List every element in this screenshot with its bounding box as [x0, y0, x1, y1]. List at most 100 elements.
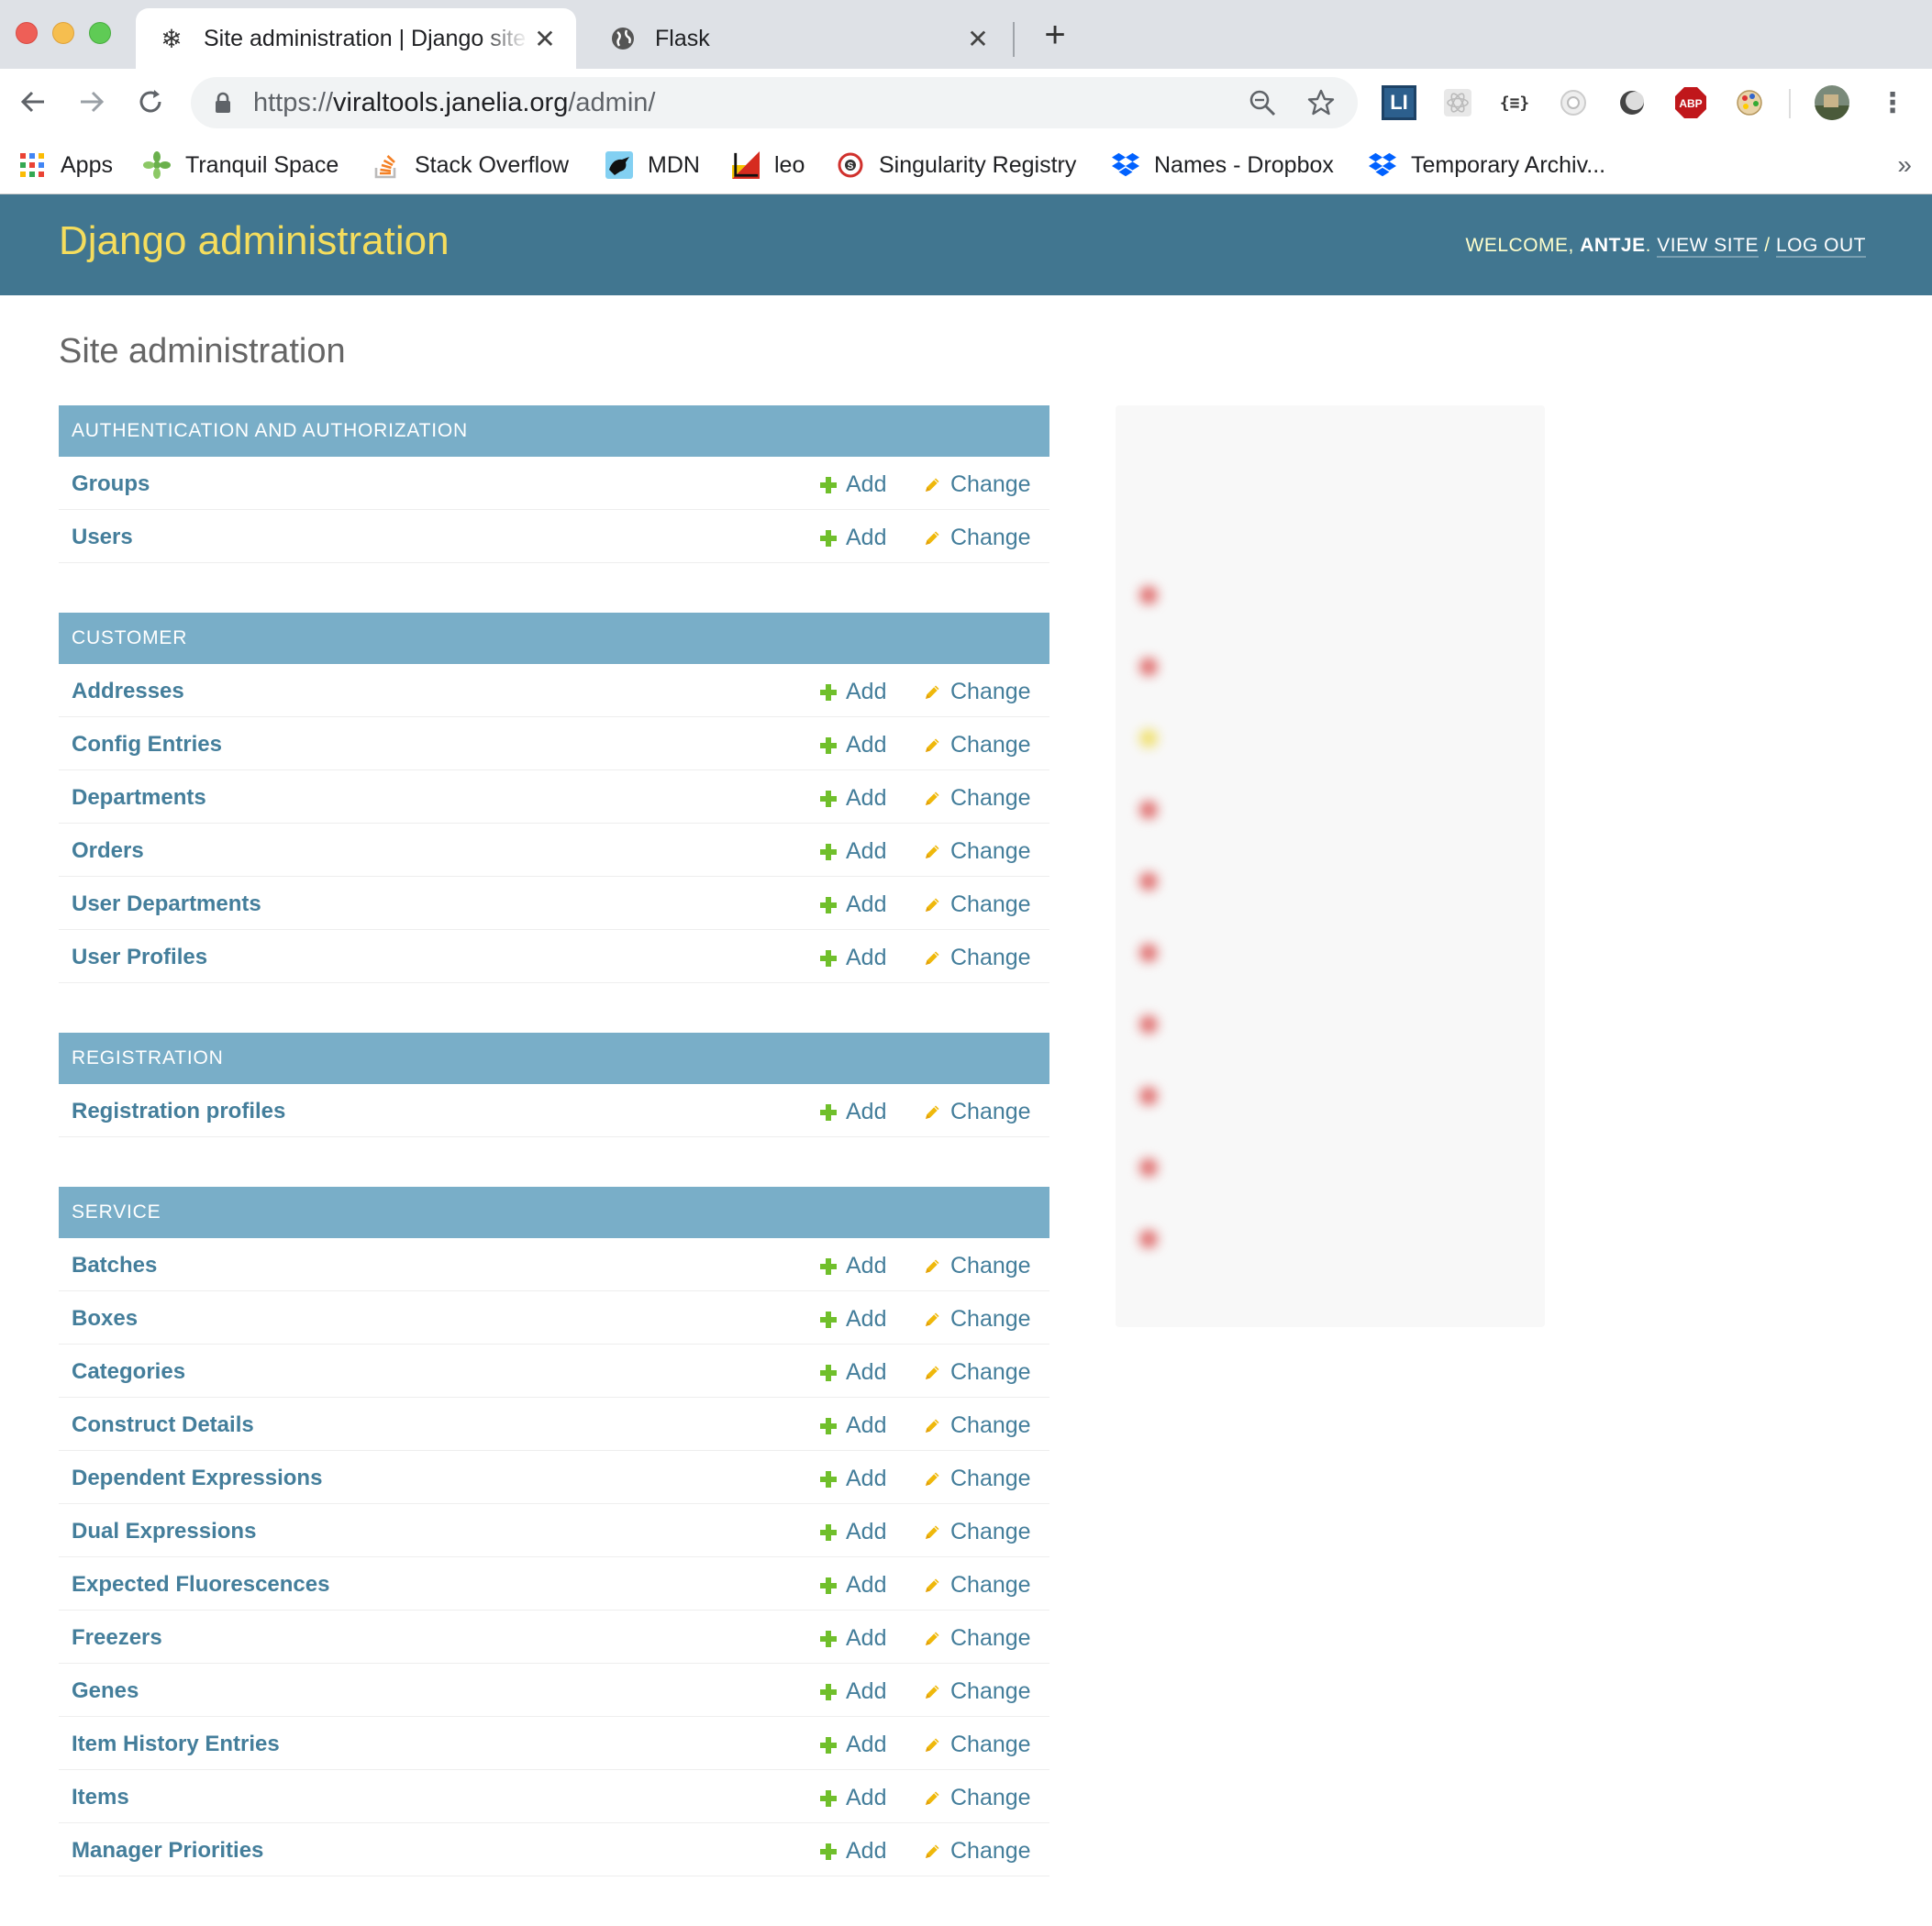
- add-link[interactable]: Add: [820, 838, 886, 865]
- model-link[interactable]: Departments: [72, 785, 206, 811]
- model-link[interactable]: Item History Entries: [72, 1732, 280, 1757]
- close-window-button[interactable]: [16, 22, 38, 44]
- profile-avatar[interactable]: [1815, 85, 1849, 120]
- change-link[interactable]: Change: [923, 679, 1031, 705]
- model-link[interactable]: Batches: [72, 1253, 157, 1278]
- logout-link[interactable]: Log out: [1775, 235, 1866, 258]
- model-link[interactable]: User Departments: [72, 891, 261, 917]
- forward-button[interactable]: [73, 83, 110, 120]
- bookmark-temporary-archive[interactable]: Temporary Archiv...: [1369, 147, 1605, 183]
- change-link[interactable]: Change: [923, 471, 1031, 498]
- change-link[interactable]: Change: [923, 945, 1031, 971]
- address-bar[interactable]: https://viraltools.janelia.org/admin/: [191, 77, 1358, 128]
- new-tab-button[interactable]: +: [1037, 17, 1073, 53]
- site-brand[interactable]: Django administration: [59, 218, 450, 264]
- model-link[interactable]: Categories: [72, 1359, 185, 1385]
- add-link[interactable]: Add: [820, 1732, 886, 1758]
- model-link[interactable]: Dual Expressions: [72, 1519, 256, 1544]
- change-link[interactable]: Change: [923, 1412, 1031, 1439]
- extension-react-icon[interactable]: [1440, 85, 1475, 120]
- add-link[interactable]: Add: [820, 1572, 886, 1599]
- add-link[interactable]: Add: [820, 1253, 886, 1279]
- model-link[interactable]: Items: [72, 1785, 129, 1810]
- change-link[interactable]: Change: [923, 891, 1031, 918]
- tab-site-administration[interactable]: ❄ Site administration | Django site admi…: [136, 8, 576, 69]
- change-link[interactable]: Change: [923, 1838, 1031, 1865]
- add-link[interactable]: Add: [820, 1466, 886, 1492]
- bookmark-star-icon[interactable]: [1305, 86, 1338, 119]
- bookmark-mdn[interactable]: MDN: [605, 147, 700, 183]
- add-link[interactable]: Add: [820, 471, 886, 498]
- model-link[interactable]: Users: [72, 525, 133, 550]
- change-link[interactable]: Change: [923, 1306, 1031, 1333]
- change-link[interactable]: Change: [923, 1466, 1031, 1492]
- change-link[interactable]: Change: [923, 732, 1031, 758]
- extension-dark-reader-icon[interactable]: [1615, 85, 1649, 120]
- zoom-icon[interactable]: [1246, 86, 1279, 119]
- model-link[interactable]: Genes: [72, 1678, 139, 1704]
- add-link[interactable]: Add: [820, 1099, 886, 1125]
- add-link[interactable]: Add: [820, 1625, 886, 1652]
- change-link[interactable]: Change: [923, 1099, 1031, 1125]
- model-link[interactable]: Construct Details: [72, 1412, 254, 1438]
- change-link[interactable]: Change: [923, 1519, 1031, 1545]
- maximize-window-button[interactable]: [89, 22, 111, 44]
- extension-adblock-icon[interactable]: ABP: [1673, 85, 1708, 120]
- close-tab-icon[interactable]: ✕: [528, 22, 561, 55]
- add-link[interactable]: Add: [820, 732, 886, 758]
- bookmark-apps[interactable]: Apps: [18, 147, 113, 183]
- change-link[interactable]: Change: [923, 1625, 1031, 1652]
- add-link[interactable]: Add: [820, 1785, 886, 1811]
- model-link[interactable]: Boxes: [72, 1306, 138, 1332]
- model-link[interactable]: Dependent Expressions: [72, 1466, 322, 1491]
- bookmark-tranquil-space[interactable]: Tranquil Space: [143, 147, 339, 183]
- model-link[interactable]: Expected Fluorescences: [72, 1572, 329, 1598]
- add-link[interactable]: Add: [820, 679, 886, 705]
- change-link[interactable]: Change: [923, 1678, 1031, 1705]
- model-link[interactable]: Freezers: [72, 1625, 162, 1651]
- change-link[interactable]: Change: [923, 1785, 1031, 1811]
- change-link[interactable]: Change: [923, 1359, 1031, 1386]
- view-site-link[interactable]: View site: [1657, 235, 1759, 258]
- reload-button[interactable]: [132, 83, 169, 120]
- module-caption[interactable]: Authentication and Authorization: [59, 405, 1049, 457]
- bookmark-leo[interactable]: leo: [732, 147, 805, 183]
- module-caption[interactable]: Service: [59, 1187, 1049, 1238]
- change-link[interactable]: Change: [923, 1732, 1031, 1758]
- add-link[interactable]: Add: [820, 1678, 886, 1705]
- tab-flask[interactable]: Flask ✕: [587, 8, 1009, 69]
- add-link[interactable]: Add: [820, 785, 886, 812]
- add-link[interactable]: Add: [820, 891, 886, 918]
- add-link[interactable]: Add: [820, 1838, 886, 1865]
- change-link[interactable]: Change: [923, 525, 1031, 551]
- model-link[interactable]: User Profiles: [72, 945, 207, 970]
- back-button[interactable]: [15, 83, 51, 120]
- extension-li-icon[interactable]: LI: [1382, 85, 1416, 120]
- bookmark-names-dropbox[interactable]: Names - Dropbox: [1112, 147, 1334, 183]
- change-link[interactable]: Change: [923, 1572, 1031, 1599]
- module-caption[interactable]: Registration: [59, 1033, 1049, 1084]
- model-link[interactable]: Config Entries: [72, 732, 222, 758]
- bookmark-singularity-registry[interactable]: S Singularity Registry: [837, 147, 1076, 183]
- add-link[interactable]: Add: [820, 1359, 886, 1386]
- change-link[interactable]: Change: [923, 1253, 1031, 1279]
- model-link[interactable]: Addresses: [72, 679, 184, 704]
- module-caption[interactable]: Customer: [59, 613, 1049, 664]
- close-tab-icon[interactable]: ✕: [961, 22, 994, 55]
- kebab-menu-icon[interactable]: ⋮: [1875, 85, 1910, 120]
- model-link[interactable]: Groups: [72, 471, 150, 497]
- add-link[interactable]: Add: [820, 1306, 886, 1333]
- minimize-window-button[interactable]: [52, 22, 74, 44]
- bookmark-stack-overflow[interactable]: Stack Overflow: [372, 147, 569, 183]
- add-link[interactable]: Add: [820, 1519, 886, 1545]
- model-link[interactable]: Registration profiles: [72, 1099, 285, 1124]
- extension-color-picker-icon[interactable]: [1732, 85, 1767, 120]
- more-bookmarks-button[interactable]: »: [1897, 150, 1912, 180]
- add-link[interactable]: Add: [820, 945, 886, 971]
- add-link[interactable]: Add: [820, 1412, 886, 1439]
- add-link[interactable]: Add: [820, 525, 886, 551]
- model-link[interactable]: Manager Priorities: [72, 1838, 263, 1864]
- model-link[interactable]: Orders: [72, 838, 144, 864]
- extension-json-icon[interactable]: {≡}: [1497, 85, 1532, 120]
- extension-lighthouse-icon[interactable]: [1556, 85, 1591, 120]
